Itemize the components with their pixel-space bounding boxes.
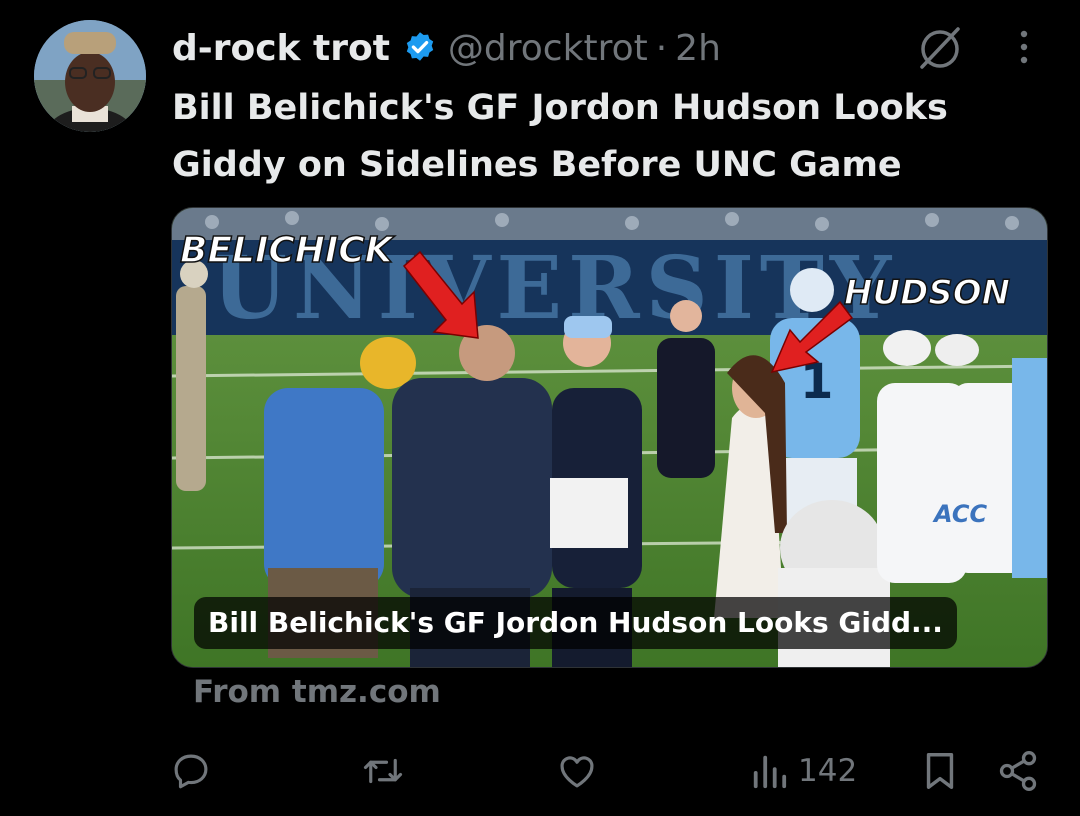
like-icon[interactable]	[555, 748, 599, 794]
sleeve-text: ACC	[932, 500, 987, 528]
card-source[interactable]: From tmz.com	[193, 674, 441, 710]
views-icon	[750, 750, 788, 792]
tweet-text: Bill Belichick's GF Jordon Hudson Looks …	[172, 88, 948, 185]
link-card[interactable]: UNIVERSITY 1 ACC BELICHICK HUDSON Bill B…	[171, 207, 1048, 668]
overlay-label-belichick: BELICHICK	[180, 230, 396, 271]
tweet-time[interactable]: 2h	[675, 28, 721, 69]
separator-dot: ·	[655, 27, 668, 69]
views-count: 142	[798, 753, 858, 789]
repost-icon[interactable]	[360, 748, 406, 794]
author-name[interactable]: d-rock trot	[172, 28, 390, 69]
more-vertical-icon[interactable]	[1004, 22, 1044, 74]
author-handle[interactable]: @drocktrot	[448, 28, 648, 69]
grok-icon[interactable]	[914, 22, 966, 74]
views-button[interactable]: 142	[750, 748, 857, 794]
share-icon[interactable]	[996, 748, 1040, 794]
tweet-header: d-rock trot @drocktrot · 2h	[172, 24, 721, 72]
action-bar: 142	[0, 740, 1080, 804]
bookmark-icon[interactable]	[920, 748, 960, 794]
author-avatar[interactable]	[34, 20, 146, 132]
card-caption: Bill Belichick's GF Jordon Hudson Looks …	[194, 597, 957, 649]
overlay-label-hudson: HUDSON	[844, 273, 1010, 313]
reply-icon[interactable]	[170, 748, 212, 794]
verified-badge-icon	[402, 30, 438, 66]
